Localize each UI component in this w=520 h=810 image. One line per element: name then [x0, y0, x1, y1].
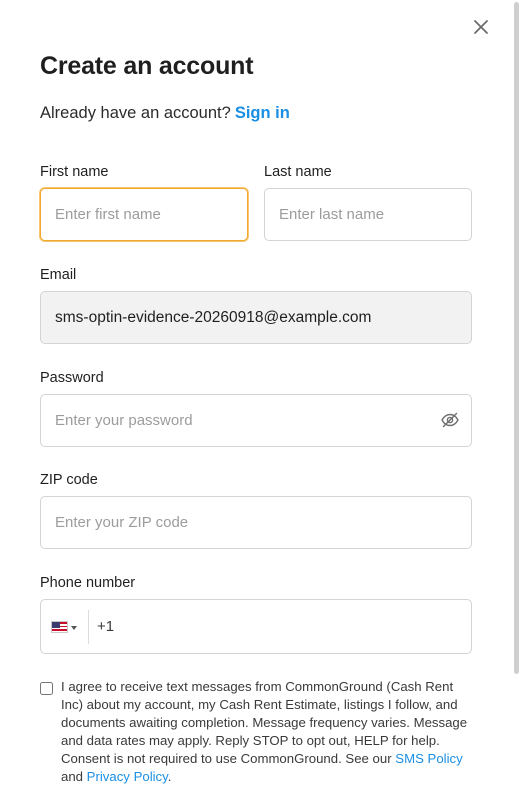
scrollbar[interactable] [512, 0, 520, 680]
create-account-modal: Create an account Already have an accoun… [0, 0, 520, 810]
privacy-policy-link[interactable]: Privacy Policy [87, 769, 168, 784]
signin-prompt-text: Already have an account? [40, 104, 231, 122]
phone-label: Phone number [40, 575, 136, 591]
phone-field: +1 [40, 599, 472, 654]
caret-down-icon [71, 626, 77, 630]
sms-consent-checkbox[interactable] [40, 682, 53, 695]
close-button[interactable] [470, 16, 492, 38]
page-title: Create an account [40, 52, 254, 80]
consent-and: and [61, 769, 87, 784]
password-input[interactable] [40, 394, 472, 447]
eye-slash-icon[interactable] [440, 410, 460, 430]
sms-consent-text: I agree to receive text messages from Co… [61, 678, 471, 786]
email-field[interactable] [40, 291, 472, 344]
email-label: Email [40, 267, 77, 283]
last-name-label: Last name [264, 164, 332, 180]
first-name-label: First name [40, 164, 109, 180]
phone-divider [88, 610, 89, 644]
password-label: Password [40, 370, 104, 386]
phone-input[interactable] [117, 608, 457, 646]
us-flag-icon [51, 621, 68, 633]
signin-prompt: Already have an account? Sign in [40, 104, 290, 123]
consent-end: . [167, 769, 172, 784]
scrollbar-thumb[interactable] [514, 2, 519, 674]
dial-code: +1 [97, 618, 115, 635]
zip-input[interactable] [40, 496, 472, 549]
first-name-input[interactable] [40, 188, 248, 241]
close-icon [474, 20, 488, 34]
country-select[interactable] [51, 618, 83, 636]
sms-policy-link[interactable]: SMS Policy [395, 751, 462, 766]
last-name-input[interactable] [264, 188, 472, 241]
zip-label: ZIP code [40, 472, 98, 488]
signin-link[interactable]: Sign in [235, 104, 290, 122]
